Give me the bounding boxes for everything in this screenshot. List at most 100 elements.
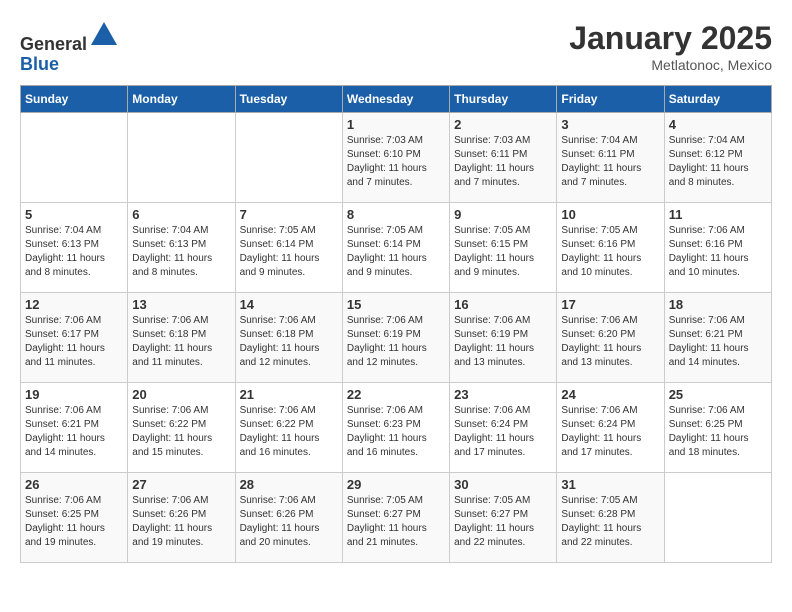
calendar-cell: 26Sunrise: 7:06 AM Sunset: 6:25 PM Dayli… xyxy=(21,472,128,562)
day-info: Sunrise: 7:06 AM Sunset: 6:21 PM Dayligh… xyxy=(25,404,123,460)
calendar-cell xyxy=(128,112,235,202)
day-info: Sunrise: 7:06 AM Sunset: 6:20 PM Dayligh… xyxy=(561,314,659,370)
day-header-tuesday: Tuesday xyxy=(235,85,342,112)
calendar-cell: 22 Sunrise: 7:06 AM Sunset: 6:23 PM Dayli… xyxy=(342,382,449,472)
day-info: Sunrise: 7:05 AM Sunset: 6:15 PM Dayligh… xyxy=(454,224,552,280)
day-number: 14 xyxy=(240,297,338,312)
day-info: Sunrise: 7:05 AM Sunset: 6:28 PM Dayligh… xyxy=(561,494,659,550)
day-number: 30 xyxy=(454,477,552,492)
day-info: Sunrise: 7:06 AM Sunset: 6:23 PM Dayligh… xyxy=(347,404,445,460)
logo-icon xyxy=(89,20,119,50)
calendar-cell: 1Sunrise: 7:03 AM Sunset: 6:10 PM Daylig… xyxy=(342,112,449,202)
logo: General Blue xyxy=(20,20,119,75)
day-number: 17 xyxy=(561,297,659,312)
calendar-cell: 31 Sunrise: 7:05 AM Sunset: 6:28 PM Dayli… xyxy=(557,472,664,562)
calendar-cell xyxy=(21,112,128,202)
day-info: Sunrise: 7:04 AM Sunset: 6:13 PM Dayligh… xyxy=(25,224,123,280)
calendar-week-row: 1Sunrise: 7:03 AM Sunset: 6:10 PM Daylig… xyxy=(21,112,772,202)
day-number: 16 xyxy=(454,297,552,312)
day-number: 23 xyxy=(454,387,552,402)
day-number: 8 xyxy=(347,207,445,222)
day-header-thursday: Thursday xyxy=(450,85,557,112)
calendar-cell: 20 Sunrise: 7:06 AM Sunset: 6:22 PM Dayli… xyxy=(128,382,235,472)
day-header-wednesday: Wednesday xyxy=(342,85,449,112)
day-number: 11 xyxy=(669,207,767,222)
calendar-cell: 27Sunrise: 7:06 AM Sunset: 6:26 PM Dayli… xyxy=(128,472,235,562)
calendar-week-row: 12 Sunrise: 7:06 AM Sunset: 6:17 PM Dayli… xyxy=(21,292,772,382)
day-number: 22 xyxy=(347,387,445,402)
day-info: Sunrise: 7:05 AM Sunset: 6:27 PM Dayligh… xyxy=(347,494,445,550)
day-number: 15 xyxy=(347,297,445,312)
day-info: Sunrise: 7:06 AM Sunset: 6:21 PM Dayligh… xyxy=(669,314,767,370)
day-info: Sunrise: 7:04 AM Sunset: 6:12 PM Dayligh… xyxy=(669,134,767,190)
day-info: Sunrise: 7:06 AM Sunset: 6:22 PM Dayligh… xyxy=(240,404,338,460)
calendar-cell: 21 Sunrise: 7:06 AM Sunset: 6:22 PM Dayli… xyxy=(235,382,342,472)
calendar-cell: 15Sunrise: 7:06 AM Sunset: 6:19 PM Dayli… xyxy=(342,292,449,382)
calendar-cell: 17 Sunrise: 7:06 AM Sunset: 6:20 PM Dayli… xyxy=(557,292,664,382)
calendar-cell: 25Sunrise: 7:06 AM Sunset: 6:25 PM Dayli… xyxy=(664,382,771,472)
day-number: 28 xyxy=(240,477,338,492)
calendar-cell: 16 Sunrise: 7:06 AM Sunset: 6:19 PM Dayli… xyxy=(450,292,557,382)
day-number: 7 xyxy=(240,207,338,222)
day-number: 12 xyxy=(25,297,123,312)
day-header-monday: Monday xyxy=(128,85,235,112)
day-number: 4 xyxy=(669,117,767,132)
day-info: Sunrise: 7:03 AM Sunset: 6:11 PM Dayligh… xyxy=(454,134,552,190)
calendar-cell: 23 Sunrise: 7:06 AM Sunset: 6:24 PM Dayli… xyxy=(450,382,557,472)
day-number: 20 xyxy=(132,387,230,402)
day-number: 5 xyxy=(25,207,123,222)
calendar-week-row: 5 Sunrise: 7:04 AM Sunset: 6:13 PM Daylig… xyxy=(21,202,772,292)
day-number: 13 xyxy=(132,297,230,312)
day-info: Sunrise: 7:06 AM Sunset: 6:22 PM Dayligh… xyxy=(132,404,230,460)
calendar-cell: 6Sunrise: 7:04 AM Sunset: 6:13 PM Daylig… xyxy=(128,202,235,292)
calendar-week-row: 26Sunrise: 7:06 AM Sunset: 6:25 PM Dayli… xyxy=(21,472,772,562)
subtitle: Metlatonoc, Mexico xyxy=(569,57,772,73)
calendar-cell: 5 Sunrise: 7:04 AM Sunset: 6:13 PM Daylig… xyxy=(21,202,128,292)
day-info: Sunrise: 7:06 AM Sunset: 6:25 PM Dayligh… xyxy=(669,404,767,460)
day-info: Sunrise: 7:06 AM Sunset: 6:24 PM Dayligh… xyxy=(454,404,552,460)
day-number: 6 xyxy=(132,207,230,222)
day-number: 3 xyxy=(561,117,659,132)
calendar-header-row: SundayMondayTuesdayWednesdayThursdayFrid… xyxy=(21,85,772,112)
calendar-cell: 14 Sunrise: 7:06 AM Sunset: 6:18 PM Dayli… xyxy=(235,292,342,382)
day-info: Sunrise: 7:05 AM Sunset: 6:27 PM Dayligh… xyxy=(454,494,552,550)
calendar-cell xyxy=(235,112,342,202)
calendar-table: SundayMondayTuesdayWednesdayThursdayFrid… xyxy=(20,85,772,563)
day-number: 18 xyxy=(669,297,767,312)
logo-general: General xyxy=(20,34,87,54)
calendar-cell: 12 Sunrise: 7:06 AM Sunset: 6:17 PM Dayli… xyxy=(21,292,128,382)
day-info: Sunrise: 7:04 AM Sunset: 6:11 PM Dayligh… xyxy=(561,134,659,190)
day-number: 2 xyxy=(454,117,552,132)
day-number: 9 xyxy=(454,207,552,222)
calendar-cell: 13 Sunrise: 7:06 AM Sunset: 6:18 PM Dayli… xyxy=(128,292,235,382)
calendar-cell: 19 Sunrise: 7:06 AM Sunset: 6:21 PM Dayli… xyxy=(21,382,128,472)
day-number: 19 xyxy=(25,387,123,402)
day-info: Sunrise: 7:06 AM Sunset: 6:26 PM Dayligh… xyxy=(132,494,230,550)
main-title: January 2025 xyxy=(569,20,772,57)
calendar-cell: 29 Sunrise: 7:05 AM Sunset: 6:27 PM Dayli… xyxy=(342,472,449,562)
day-info: Sunrise: 7:06 AM Sunset: 6:24 PM Dayligh… xyxy=(561,404,659,460)
day-info: Sunrise: 7:06 AM Sunset: 6:18 PM Dayligh… xyxy=(240,314,338,370)
day-info: Sunrise: 7:05 AM Sunset: 6:14 PM Dayligh… xyxy=(240,224,338,280)
day-info: Sunrise: 7:06 AM Sunset: 6:18 PM Dayligh… xyxy=(132,314,230,370)
day-header-saturday: Saturday xyxy=(664,85,771,112)
day-number: 31 xyxy=(561,477,659,492)
day-number: 29 xyxy=(347,477,445,492)
day-info: Sunrise: 7:06 AM Sunset: 6:19 PM Dayligh… xyxy=(454,314,552,370)
calendar-cell: 11Sunrise: 7:06 AM Sunset: 6:16 PM Dayli… xyxy=(664,202,771,292)
calendar-cell: 8Sunrise: 7:05 AM Sunset: 6:14 PM Daylig… xyxy=(342,202,449,292)
day-number: 1 xyxy=(347,117,445,132)
calendar-cell: 10Sunrise: 7:05 AM Sunset: 6:16 PM Dayli… xyxy=(557,202,664,292)
calendar-cell: 2 Sunrise: 7:03 AM Sunset: 6:11 PM Daylig… xyxy=(450,112,557,202)
calendar-cell: 24 Sunrise: 7:06 AM Sunset: 6:24 PM Dayli… xyxy=(557,382,664,472)
calendar-cell: 7 Sunrise: 7:05 AM Sunset: 6:14 PM Daylig… xyxy=(235,202,342,292)
day-info: Sunrise: 7:06 AM Sunset: 6:17 PM Dayligh… xyxy=(25,314,123,370)
calendar-cell xyxy=(664,472,771,562)
day-number: 24 xyxy=(561,387,659,402)
calendar-cell: 28Sunrise: 7:06 AM Sunset: 6:26 PM Dayli… xyxy=(235,472,342,562)
calendar-week-row: 19 Sunrise: 7:06 AM Sunset: 6:21 PM Dayli… xyxy=(21,382,772,472)
day-number: 26 xyxy=(25,477,123,492)
calendar-cell: 3 Sunrise: 7:04 AM Sunset: 6:11 PM Daylig… xyxy=(557,112,664,202)
day-number: 21 xyxy=(240,387,338,402)
logo-blue: Blue xyxy=(20,54,59,74)
